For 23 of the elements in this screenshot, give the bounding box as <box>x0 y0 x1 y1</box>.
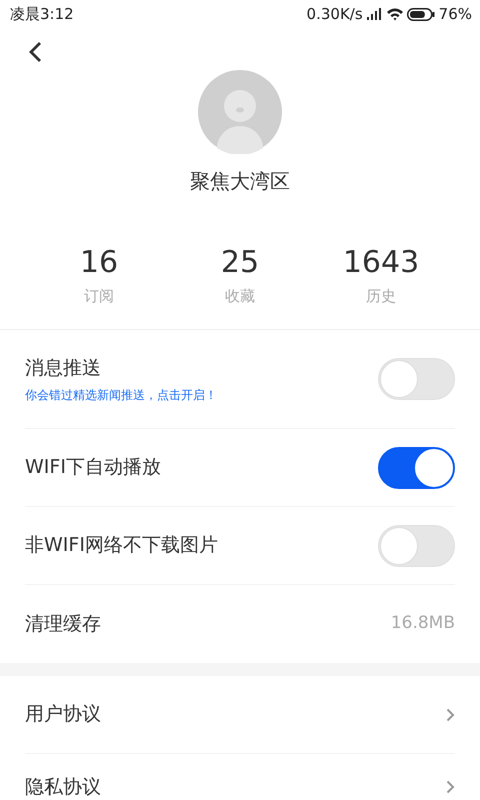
back-icon[interactable] <box>28 41 42 63</box>
stat-count: 1643 <box>342 246 420 279</box>
stat-count: 25 <box>220 246 260 279</box>
toggle-switch[interactable] <box>378 446 455 488</box>
chevron-right-icon[interactable] <box>446 780 455 794</box>
chevron-right-icon[interactable] <box>446 708 455 722</box>
link-label[interactable]: 隐私协议 <box>25 772 101 800</box>
stat-count: 16 <box>80 246 118 279</box>
link-label[interactable]: 用户协议 <box>25 700 101 729</box>
profile-name: 聚焦大湾区 <box>189 168 291 195</box>
network-speed: 0.30K/s <box>306 4 363 25</box>
setting-hint[interactable]: 你会错过精选新闻推送，点击开启！ <box>25 386 217 404</box>
battery-percent: 76% <box>438 4 472 25</box>
wifi-icon <box>386 8 403 20</box>
setting-label: 消息推送 <box>25 356 102 381</box>
signal-icon <box>366 8 383 20</box>
cache-size: 16.8MB <box>390 612 455 636</box>
setting-label: 清理缓存 <box>25 612 101 637</box>
avatar-icon <box>198 70 282 154</box>
battery-icon <box>406 8 435 20</box>
status-time: 凌晨3:12 <box>10 4 74 25</box>
setting-label: WIFI下自动播放 <box>25 455 161 480</box>
setting-label: 非WIFI网络不下载图片 <box>25 533 218 558</box>
